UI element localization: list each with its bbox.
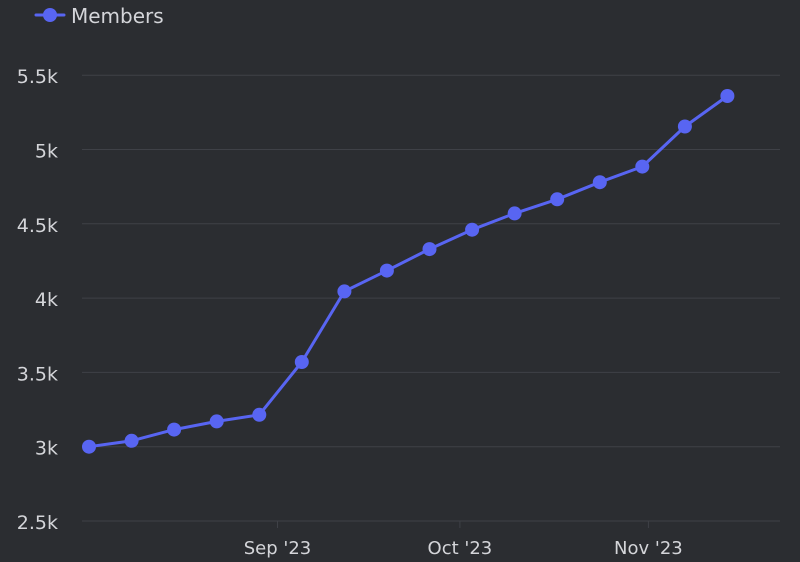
data-point[interactable]: [507, 206, 522, 221]
series-line: [87, 94, 729, 449]
data-point[interactable]: [209, 414, 224, 429]
data-point[interactable]: [82, 439, 96, 454]
data-point[interactable]: [677, 119, 692, 134]
data-point[interactable]: [379, 263, 394, 278]
data-point[interactable]: [465, 222, 480, 237]
data-point[interactable]: [720, 89, 735, 103]
x-tick-label: Nov '23: [614, 538, 683, 559]
line-dot-marker-icon: [43, 8, 57, 22]
legend-label: Members: [71, 4, 164, 28]
x-axis: Sep '23 Oct '23 Nov '23: [244, 521, 683, 559]
data-point[interactable]: [422, 242, 437, 257]
data-point[interactable]: [592, 175, 607, 190]
data-point[interactable]: [124, 433, 139, 448]
y-tick-label: 4k: [35, 289, 58, 311]
members-line-chart: Members 2.5k 3k 3.5k 4k 4.5k 5k 5.5k Sep '23 Oc…: [17, 4, 780, 559]
data-point[interactable]: [337, 284, 352, 299]
y-tick-label: 4.5k: [17, 215, 58, 237]
data-point[interactable]: [252, 407, 267, 422]
y-tick-label: 3k: [35, 438, 58, 460]
data-point[interactable]: [635, 159, 650, 174]
y-tick-label: 5k: [35, 141, 58, 163]
series-members: [82, 89, 735, 454]
x-tick-label: Sep '23: [244, 538, 312, 559]
y-axis: 2.5k 3k 3.5k 4k 4.5k 5k 5.5k: [17, 66, 58, 534]
data-point[interactable]: [294, 355, 309, 369]
data-point[interactable]: [550, 192, 565, 207]
grid-lines: [82, 74, 780, 522]
data-point[interactable]: [167, 422, 182, 437]
y-tick-label: 2.5k: [17, 512, 58, 534]
y-tick-label: 3.5k: [17, 363, 58, 385]
y-tick-label: 5.5k: [17, 66, 58, 88]
legend[interactable]: Members: [34, 4, 164, 28]
x-tick-label: Oct '23: [428, 538, 493, 559]
